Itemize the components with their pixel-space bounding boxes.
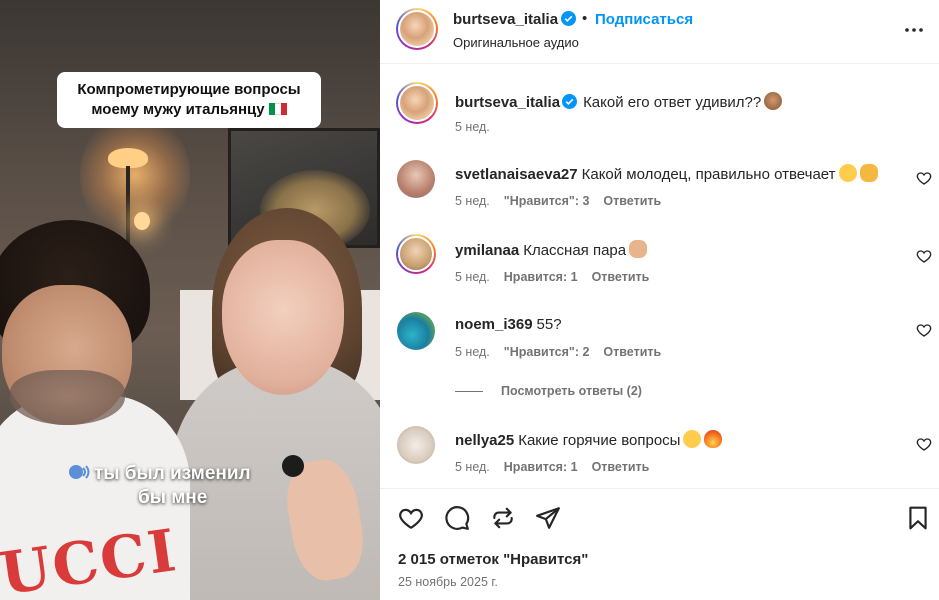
view-replies-divider (455, 391, 483, 393)
post-likes-count[interactable]: 2 015 отметок "Нравится" (398, 551, 588, 568)
heart-icon[interactable] (916, 322, 932, 338)
comment-text: Классная пара (523, 242, 627, 259)
caption-author-avatar[interactable] (396, 82, 438, 124)
heart-icon[interactable] (916, 436, 932, 452)
see-no-evil-monkey-emoji-icon (764, 92, 783, 110)
comment-text: Какой молодец, правильно отвечает (581, 166, 836, 183)
comment-likes-count[interactable]: Нравится: 1 (504, 270, 578, 284)
comment-username[interactable]: nellya25 (455, 432, 514, 449)
caption-text: Какой его ответ удивил?? (583, 94, 762, 111)
comment-likes-count[interactable]: Нравится: 1 (504, 460, 578, 474)
ok-hand-emoji-icon (629, 240, 648, 258)
post-header: burtseva_italia • Подписаться Оригинальн… (380, 0, 939, 64)
comment-reply-button[interactable]: Ответить (603, 194, 661, 208)
fire-emoji-icon (704, 430, 723, 448)
comments-list[interactable]: burtseva_italia Какой его ответ удивил?? … (380, 64, 939, 488)
commenter-avatar[interactable] (397, 312, 435, 350)
bookmark-icon[interactable] (905, 505, 931, 531)
heart-icon[interactable] (398, 505, 424, 531)
heart-icon[interactable] (916, 248, 932, 264)
verified-badge-icon (561, 11, 577, 26)
comment-time: 5 нед. (455, 345, 490, 359)
comment-username[interactable]: noem_i369 (455, 316, 533, 333)
commenter-avatar[interactable] (397, 160, 435, 198)
send-icon[interactable] (535, 505, 561, 531)
clapping-hands-emoji-icon (859, 164, 878, 182)
post-actions-bar: 2 015 отметок "Нравится" 25 ноябрь 2025 … (380, 488, 939, 600)
man-beard (10, 370, 125, 425)
subtitle-line-2: бы мне (138, 487, 208, 508)
subtitle-line-1: ты был изменил (94, 463, 251, 484)
verified-badge-icon (562, 94, 578, 109)
view-replies-button[interactable]: Посмотреть ответы (2) (455, 384, 642, 398)
comment-reply-button[interactable]: Ответить (592, 460, 650, 474)
comment-likes-count[interactable]: "Нравится": 2 (504, 345, 590, 359)
grinning-emoji-icon (838, 164, 857, 182)
comment-reply-button[interactable]: Ответить (592, 270, 650, 284)
original-audio-link[interactable]: Оригинальное аудио (453, 35, 579, 50)
repost-icon[interactable] (490, 505, 516, 531)
video-caption-box: Компрометирующие вопросы моему мужу итал… (57, 72, 321, 128)
small-lamp (134, 212, 150, 230)
italy-flag-icon (268, 101, 287, 115)
floor-lamp-shade (108, 148, 148, 168)
post-date: 25 ноябрь 2025 г. (398, 575, 498, 589)
comment-likes-count[interactable]: "Нравится": 3 (504, 194, 590, 208)
subscribe-button[interactable]: Подписаться (595, 11, 693, 28)
comment-icon[interactable] (444, 505, 470, 531)
header-separator: • (582, 10, 588, 27)
comment-text: Какие горячие вопросы (518, 432, 681, 449)
comment-reply-button[interactable]: Ответить (603, 345, 661, 359)
woman-face (222, 240, 344, 395)
video-player[interactable]: UCCI Компрометирующие вопросы моему мужу… (0, 0, 380, 600)
comment-text: 55? (536, 316, 562, 333)
grinning-emoji-icon (683, 430, 702, 448)
comment-username[interactable]: ymilanaa (455, 242, 519, 259)
caption-time: 5 нед. (455, 120, 490, 134)
more-horizontal-icon[interactable] (902, 18, 926, 42)
heart-icon[interactable] (916, 170, 932, 186)
comment-time: 5 нед. (455, 460, 490, 474)
post-panel: burtseva_italia • Подписаться Оригинальн… (380, 0, 939, 600)
comment-username[interactable]: svetlanaisaeva27 (455, 166, 578, 183)
video-subtitle: ты был изменил бы мне (68, 462, 298, 510)
commenter-avatar[interactable] (396, 234, 436, 274)
caption-username[interactable]: burtseva_italia (455, 94, 560, 111)
video-caption-line-2: моему мужу итальянцу (57, 100, 321, 120)
video-caption-line-1: Компрометирующие вопросы (77, 81, 301, 98)
speaking-head-icon (69, 465, 90, 479)
comment-time: 5 нед. (455, 194, 490, 208)
author-username-link[interactable]: burtseva_italia (453, 11, 577, 28)
author-avatar[interactable] (396, 8, 438, 50)
comment-time: 5 нед. (455, 270, 490, 284)
commenter-avatar[interactable] (397, 426, 435, 464)
